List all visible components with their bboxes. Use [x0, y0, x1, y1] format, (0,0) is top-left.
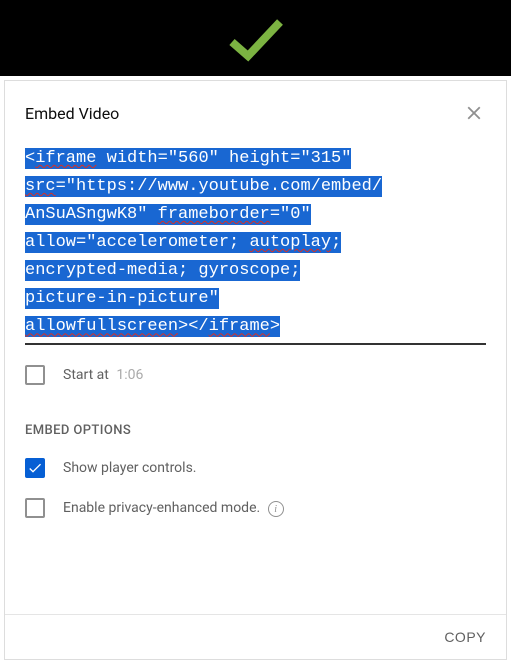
start-at-label: Start at 1:06 [63, 367, 143, 383]
dialog-title: Embed Video [25, 104, 119, 123]
embed-dialog: Embed Video <iframe width="560" height="… [4, 80, 507, 660]
close-button[interactable] [462, 101, 486, 125]
option-row-controls: Show player controls. [25, 458, 486, 478]
privacy-label-text: Enable privacy-enhanced mode. [63, 500, 260, 516]
start-at-text: Start at [63, 367, 109, 383]
embed-code-textarea[interactable]: <iframe width="560" height="315" src="ht… [25, 145, 486, 345]
dialog-body[interactable]: <iframe width="560" height="315" src="ht… [5, 145, 506, 614]
close-icon [463, 102, 485, 124]
copy-button[interactable]: COPY [444, 629, 486, 645]
top-banner [0, 0, 511, 76]
checkmark-icon [226, 16, 286, 64]
info-icon[interactable]: i [268, 501, 284, 517]
privacy-checkbox[interactable] [25, 498, 45, 518]
start-at-time[interactable]: 1:06 [116, 367, 143, 383]
embed-options-heading: EMBED OPTIONS [25, 423, 486, 438]
player-controls-label: Show player controls. [63, 460, 197, 476]
dialog-header: Embed Video [5, 81, 506, 145]
player-controls-checkbox[interactable] [25, 458, 45, 478]
privacy-label: Enable privacy-enhanced mode. i [63, 500, 284, 518]
start-at-row: Start at 1:06 [25, 365, 486, 385]
start-at-checkbox[interactable] [25, 365, 45, 385]
option-row-privacy: Enable privacy-enhanced mode. i [25, 498, 486, 518]
check-icon [27, 460, 43, 476]
dialog-footer: COPY [5, 614, 506, 659]
